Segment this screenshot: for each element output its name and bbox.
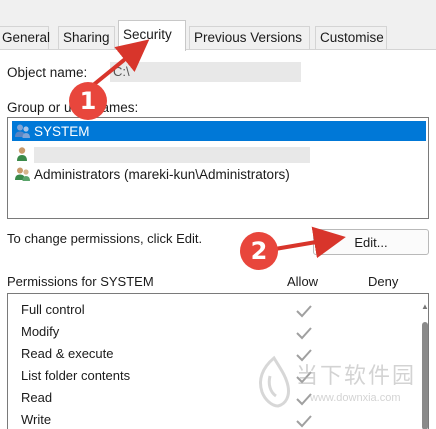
watermark-logo-icon	[259, 355, 290, 408]
list-item-label: Administrators (mareki-kun\Administrator…	[34, 166, 290, 182]
allow-check-icon	[296, 327, 312, 340]
list-item-administrators[interactable]: Administrators (mareki-kun\Administrator…	[12, 164, 426, 184]
watermark: 当下软件园 www.downxia.com	[252, 354, 436, 414]
step-marker-1: 1	[69, 82, 107, 120]
tab-security[interactable]: Security	[118, 20, 186, 51]
list-item-user[interactable]	[12, 144, 36, 164]
step-marker-2: 2	[240, 232, 278, 270]
tab-general[interactable]: General	[0, 26, 51, 50]
redacted-user-name	[34, 147, 310, 163]
edit-button[interactable]: Edit...	[313, 229, 429, 255]
watermark-url: www.downxia.com	[310, 392, 401, 404]
tab-sharing[interactable]: Sharing	[58, 26, 115, 50]
permission-row-label: Full control	[21, 302, 85, 317]
deny-column-header: Deny	[368, 274, 399, 289]
tab-previous-versions[interactable]: Previous Versions	[189, 26, 310, 50]
tab-strip: General Sharing Security Previous Versio…	[0, 0, 436, 51]
tab-previous-versions-label: Previous Versions	[194, 30, 303, 45]
user-group-icon	[12, 165, 34, 183]
change-permissions-hint: To change permissions, click Edit.	[7, 231, 203, 246]
object-name-value: C:\	[113, 64, 130, 79]
permission-row-label: List folder contents	[21, 368, 131, 383]
allow-check-icon	[296, 415, 312, 428]
permission-row-label: Write	[21, 412, 52, 427]
tab-security-label: Security	[123, 27, 172, 42]
allow-check-icon	[296, 305, 312, 318]
list-item-system[interactable]: SYSTEM	[12, 121, 426, 141]
tab-customise[interactable]: Customise	[315, 26, 387, 50]
allow-column-header: Allow	[287, 274, 319, 289]
user-group-icon	[12, 122, 34, 140]
object-name-label: Object name:	[7, 65, 88, 80]
user-icon	[12, 145, 34, 163]
watermark-title: 当下软件园	[296, 364, 417, 389]
object-name-value-field	[110, 62, 301, 82]
permission-row-label: Read	[21, 390, 53, 405]
list-item-label: SYSTEM	[34, 123, 90, 139]
permissions-header: Permissions for SYSTEM	[7, 274, 154, 289]
permission-row-label: Modify	[21, 324, 60, 339]
scroll-up-icon[interactable]: ▲	[421, 302, 429, 312]
permission-row-label: Read & execute	[21, 346, 114, 361]
tab-customise-label: Customise	[320, 30, 384, 45]
tab-general-label: General	[2, 30, 51, 45]
tab-sharing-label: Sharing	[63, 30, 110, 45]
